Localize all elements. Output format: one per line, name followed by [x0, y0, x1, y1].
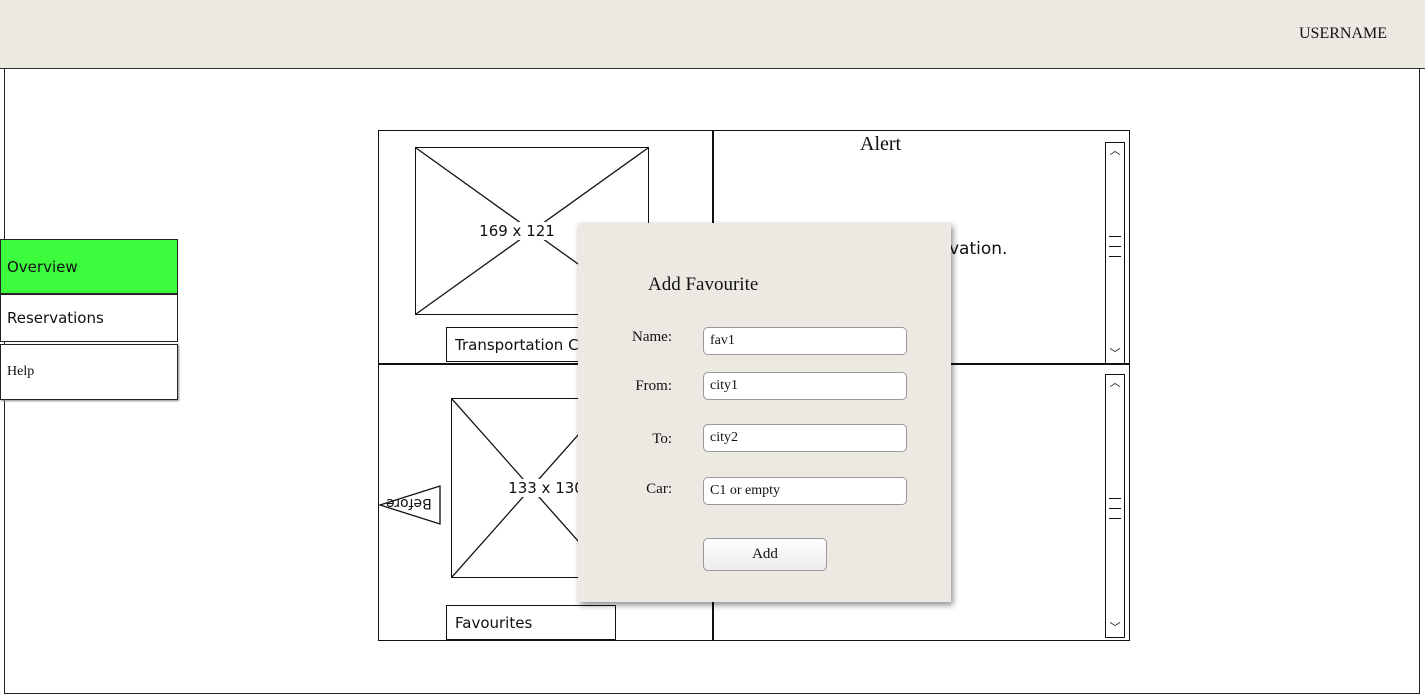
- before-flag-label: Before: [386, 495, 432, 511]
- alert-title: Alert: [860, 133, 902, 155]
- name-label: Name:: [632, 329, 672, 345]
- sidebar-item-help[interactable]: Help: [0, 344, 178, 400]
- sidebar-item-reservations[interactable]: Reservations: [0, 294, 178, 342]
- scroll-grip: [1109, 508, 1121, 510]
- image-size-label: 169 x 121: [477, 222, 557, 240]
- to-label: To:: [652, 431, 672, 447]
- to-field[interactable]: [703, 424, 907, 452]
- from-field[interactable]: [703, 372, 907, 400]
- top-bar: USERNAME: [0, 0, 1425, 69]
- scroll-grip: [1109, 246, 1121, 248]
- before-flag: Before: [378, 484, 442, 526]
- scrollbar-top[interactable]: ︿ ﹀: [1105, 142, 1125, 364]
- dialog-title: Add Favourite: [648, 274, 759, 295]
- name-field[interactable]: [703, 327, 907, 355]
- alert-text: rvation.: [942, 239, 1008, 259]
- add-button[interactable]: Add: [703, 538, 827, 571]
- add-favourite-dialog: Add Favourite Name: From: To: Car: Add: [578, 223, 951, 602]
- from-label: From:: [635, 378, 672, 394]
- scroll-down-icon[interactable]: ﹀: [1106, 348, 1124, 360]
- username-label[interactable]: USERNAME: [1299, 25, 1387, 43]
- sidebar-item-overview[interactable]: Overview: [0, 239, 178, 294]
- scroll-grip: [1109, 518, 1121, 520]
- favourites-caption: Favourites: [446, 605, 616, 640]
- scroll-up-icon[interactable]: ︿: [1106, 145, 1124, 157]
- scroll-grip: [1109, 236, 1121, 238]
- transportation-caption: Transportation C: [446, 327, 596, 362]
- scroll-grip: [1109, 498, 1121, 500]
- car-label: Car:: [646, 481, 672, 497]
- scrollbar-bottom[interactable]: ︿ ﹀: [1105, 374, 1125, 638]
- image-size-label: 133 x 130: [506, 479, 586, 497]
- scroll-up-icon[interactable]: ︿: [1106, 377, 1124, 389]
- scroll-grip: [1109, 256, 1121, 258]
- car-field[interactable]: [703, 477, 907, 505]
- scroll-down-icon[interactable]: ﹀: [1106, 622, 1124, 634]
